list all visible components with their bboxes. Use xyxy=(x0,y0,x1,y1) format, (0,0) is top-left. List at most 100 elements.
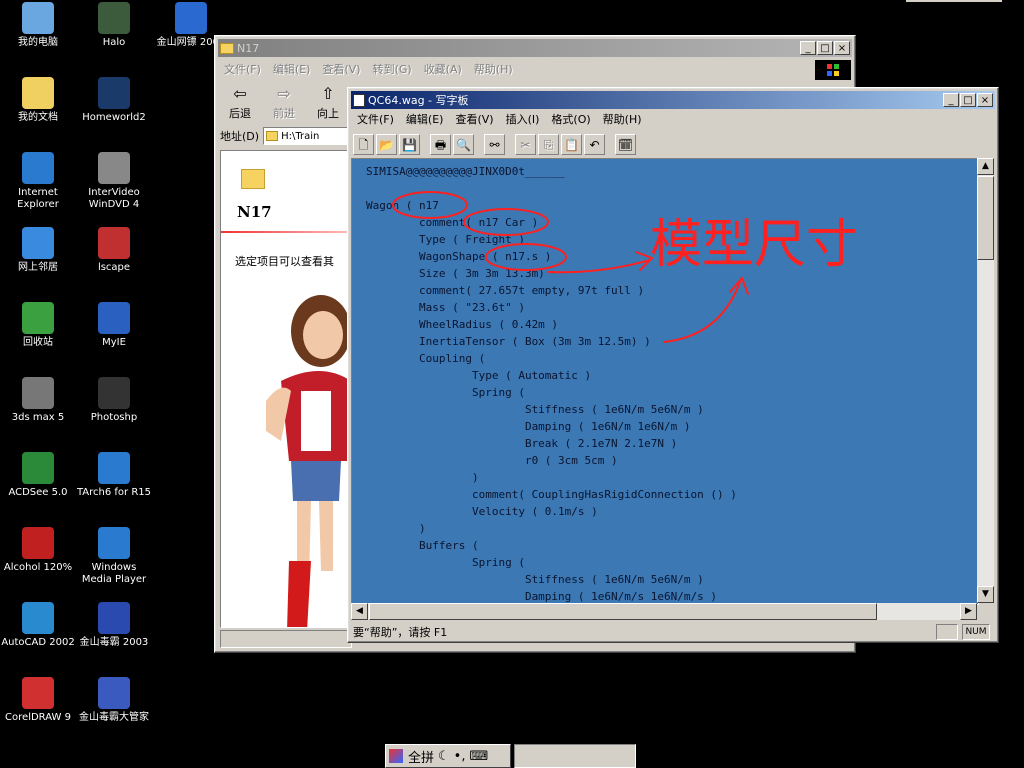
desktop-icon[interactable]: 我的文档 xyxy=(0,77,76,124)
document-line: Coupling ( xyxy=(366,352,486,365)
desktop-icon[interactable]: Halo xyxy=(76,2,152,49)
menu-help[interactable]: 帮助(H) xyxy=(468,61,519,77)
document-line: comment( n17 Car ) xyxy=(366,216,539,229)
scroll-down-button[interactable]: ▼ xyxy=(977,586,994,603)
explorer-titlebar[interactable]: N17 _ □ × xyxy=(218,39,852,57)
taskbar-input-box[interactable] xyxy=(514,744,636,768)
back-arrow-icon: ⇦ xyxy=(233,84,247,103)
lscape-icon xyxy=(98,227,130,259)
my-computer-icon xyxy=(22,2,54,34)
desktop-icon[interactable]: Windows Media Player xyxy=(76,527,152,586)
desktop-icon[interactable]: Homeworld2 xyxy=(76,77,152,124)
desktop-icon-label: 3ds max 5 xyxy=(11,412,65,423)
menu-go[interactable]: 转到(G) xyxy=(367,61,418,77)
horizontal-scroll-thumb[interactable] xyxy=(369,603,877,620)
find-button[interactable]: ⚯ xyxy=(484,133,505,155)
document-area[interactable]: SIMISA@@@@@@@@@@JINX0D0t______ Wagon ( n1… xyxy=(351,158,979,605)
menu-file[interactable]: 文件(F) xyxy=(351,111,400,127)
keyboard-icon[interactable]: ⌨ xyxy=(467,749,490,764)
address-input[interactable]: H:\Train xyxy=(263,127,350,145)
maximize-button[interactable]: □ xyxy=(817,41,833,55)
new-document-button[interactable]: 🗋 xyxy=(353,133,374,155)
wallpaper-girl-image xyxy=(266,295,349,627)
menu-insert[interactable]: 插入(I) xyxy=(500,111,546,127)
desktop-icon[interactable]: lscape xyxy=(76,227,152,274)
document-line: ) xyxy=(366,471,479,484)
open-button[interactable]: 📂 xyxy=(376,133,397,155)
acdsee-icon xyxy=(22,452,54,484)
minimize-button[interactable]: _ xyxy=(800,41,816,55)
menu-file[interactable]: 文件(F) xyxy=(218,61,267,77)
desktop-icon[interactable]: CorelDRAW 9 xyxy=(0,677,76,724)
desktop-icon[interactable]: TArch6 for R15 xyxy=(76,452,152,499)
scroll-up-button[interactable]: ▲ xyxy=(977,158,994,175)
menu-help[interactable]: 帮助(H) xyxy=(597,111,648,127)
status-text: 要“帮助”，请按 F1 xyxy=(353,625,448,639)
screen-edge-bar xyxy=(906,0,1002,2)
punctuation-icon[interactable]: •, xyxy=(452,749,468,764)
desktop-icon[interactable]: 金山毒霸 2003 xyxy=(76,602,152,649)
document-line: comment( CouplingHasRigidConnection () ) xyxy=(366,488,737,501)
desktop-icon[interactable]: 金山毒霸大管家 xyxy=(76,677,152,724)
horizontal-scrollbar[interactable]: ◀ ▶ xyxy=(351,603,977,620)
desktop-icon[interactable]: ACDSee 5.0 xyxy=(0,452,76,499)
desktop-icon[interactable]: 网上邻居 xyxy=(0,227,76,274)
desktop-icon[interactable]: 回收站 xyxy=(0,302,76,349)
desktop-icon-label: 我的电脑 xyxy=(18,37,58,48)
menu-format[interactable]: 格式(O) xyxy=(545,111,596,127)
scroll-right-button[interactable]: ▶ xyxy=(960,603,977,620)
minimize-button[interactable]: _ xyxy=(943,93,959,107)
ime-toolbar[interactable]: 全拼 ☾ •, ⌨ xyxy=(385,744,511,768)
desktop-icon-label: TArch6 for R15 xyxy=(76,487,152,498)
up-button[interactable]: ⇧ 向上 xyxy=(308,83,348,121)
wordpad-statusbar: 要“帮助”，请按 F1 NUM xyxy=(351,623,994,640)
myie-icon xyxy=(98,302,130,334)
date-time-button[interactable]: 🗓 xyxy=(615,133,636,155)
desktop-icon[interactable]: Alcohol 120% xyxy=(0,527,76,574)
up-folder-icon: ⇧ xyxy=(321,84,335,103)
document-line: InertiaTensor ( Box (3m 3m 12.5m) ) xyxy=(366,335,651,348)
moon-icon[interactable]: ☾ xyxy=(436,749,452,764)
paste-button[interactable]: 📋 xyxy=(561,133,582,155)
desktop-icon[interactable]: MyIE xyxy=(76,302,152,349)
menu-favorites[interactable]: 收藏(A) xyxy=(418,61,468,77)
forward-button[interactable]: ⇨ 前进 xyxy=(264,83,304,121)
print-button[interactable]: 🖶 xyxy=(430,133,451,155)
desktop-icon[interactable]: Internet Explorer xyxy=(0,152,76,211)
save-button[interactable]: 💾 xyxy=(399,133,420,155)
desktop-icon[interactable]: InterVideo WinDVD 4 xyxy=(76,152,152,211)
ime-mode-label[interactable]: 全拼 xyxy=(406,747,436,766)
print-preview-button[interactable]: 🔍 xyxy=(453,133,474,155)
copy-icon: ⎘ xyxy=(543,137,554,152)
maximize-button[interactable]: □ xyxy=(960,93,976,107)
menu-edit[interactable]: 编辑(E) xyxy=(267,61,317,77)
desktop-icon-label: MyIE xyxy=(102,337,126,348)
desktop-icon[interactable]: AutoCAD 2002 xyxy=(0,602,76,649)
forward-label: 前进 xyxy=(273,107,295,120)
folder-small-icon xyxy=(266,131,279,141)
menu-view[interactable]: 查看(V) xyxy=(449,111,499,127)
recycle-bin-icon xyxy=(22,302,54,334)
cut-button[interactable]: ✂ xyxy=(515,133,536,155)
desktop-icon[interactable]: Photoshp xyxy=(76,377,152,424)
close-button[interactable]: × xyxy=(834,41,850,55)
copy-button[interactable]: ⎘ xyxy=(538,133,559,155)
explorer-toolbar: ⇦ 后退 ⇨ 前进 ⇧ 向上 xyxy=(220,83,350,123)
document-line: Type ( Automatic ) xyxy=(366,369,592,382)
undo-button[interactable]: ↶ xyxy=(584,133,605,155)
pane-title: N17 xyxy=(237,203,272,221)
vertical-scroll-thumb[interactable] xyxy=(977,176,994,260)
wordpad-titlebar[interactable]: QC64.wag - 写字板 _ □ × xyxy=(351,91,995,109)
menu-view[interactable]: 查看(V) xyxy=(316,61,366,77)
kingsoft-antivirus-icon xyxy=(98,602,130,634)
back-button[interactable]: ⇦ 后退 xyxy=(220,83,260,121)
new-document-icon: 🗋 xyxy=(358,137,369,152)
wordpad-window[interactable]: QC64.wag - 写字板 _ □ × 文件(F) 编辑(E) 查看(V) 插… xyxy=(347,87,999,643)
vertical-scrollbar[interactable]: ▲ ▼ xyxy=(977,158,994,603)
desktop-icon-label: 金山毒霸 2003 xyxy=(79,637,149,648)
scroll-left-button[interactable]: ◀ xyxy=(351,603,368,620)
close-button[interactable]: × xyxy=(977,93,993,107)
desktop-icon[interactable]: 3ds max 5 xyxy=(0,377,76,424)
menu-edit[interactable]: 编辑(E) xyxy=(400,111,450,127)
desktop-icon[interactable]: 我的电脑 xyxy=(0,2,76,49)
